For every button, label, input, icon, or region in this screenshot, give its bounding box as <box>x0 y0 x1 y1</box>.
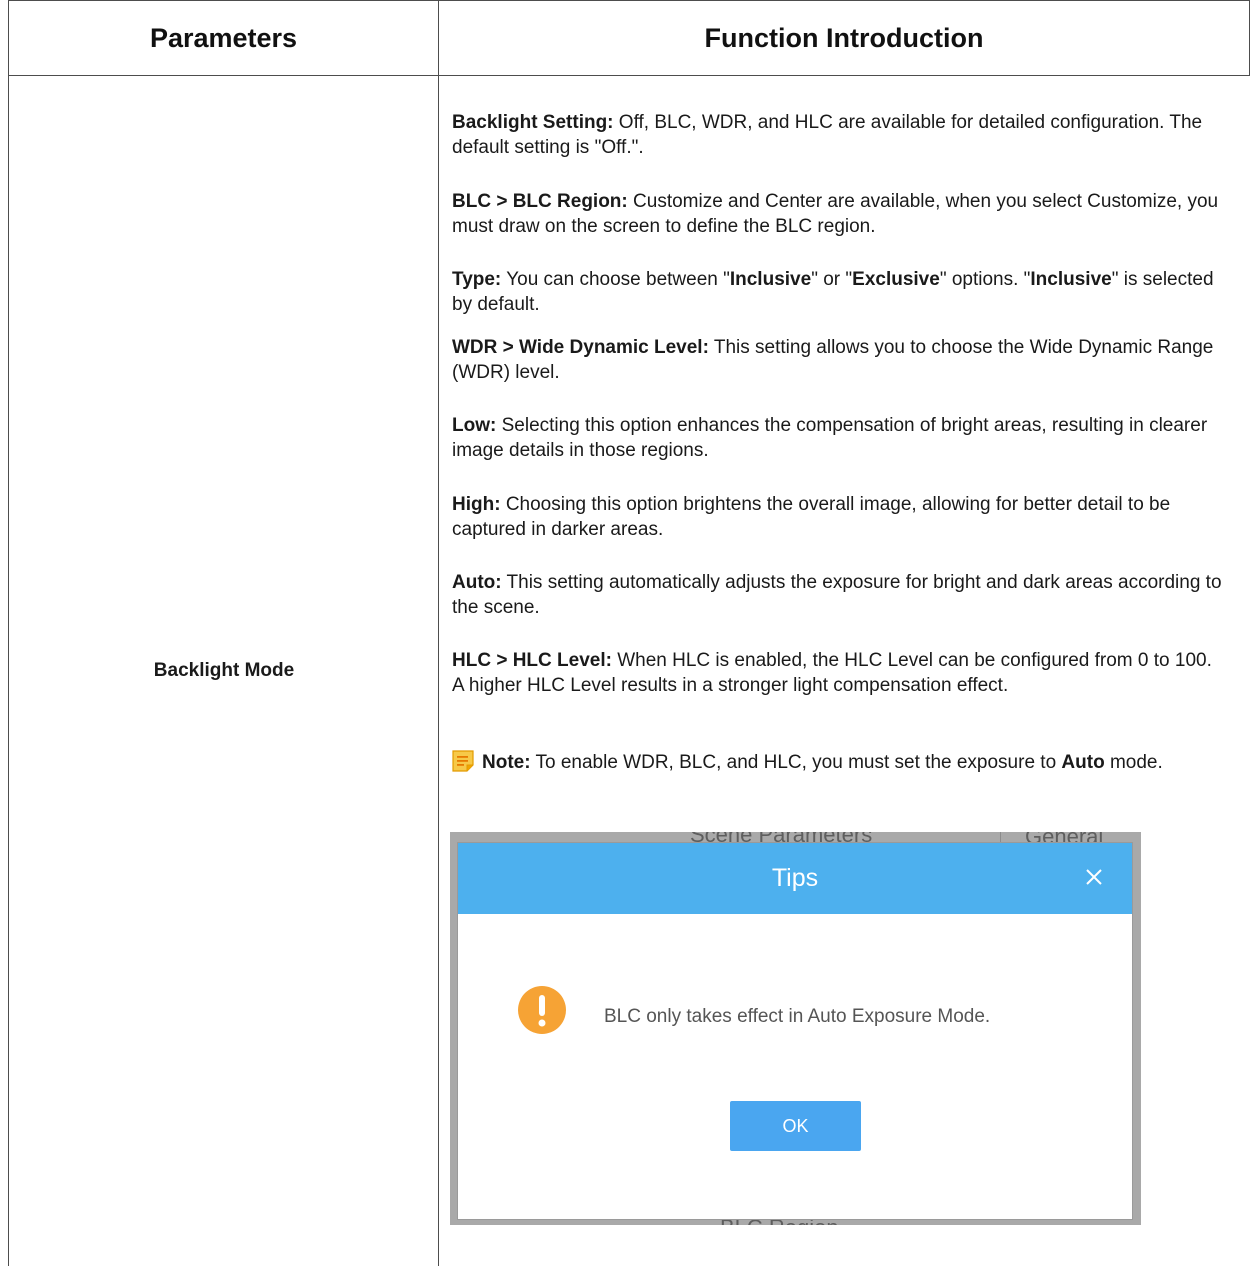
paragraph-blc-region: BLC > BLC Region: Customize and Center a… <box>452 189 1222 239</box>
close-icon[interactable] <box>1082 865 1106 889</box>
option-inclusive-default: Inclusive <box>1030 269 1112 290</box>
note-text: To enable WDR, BLC, and HLC, you must se… <box>530 752 1062 773</box>
paragraph-backlight-setting: Backlight Setting: Off, BLC, WDR, and HL… <box>452 110 1222 160</box>
header-function-introduction: Function Introduction <box>704 22 984 53</box>
note-label: Note: <box>482 752 531 773</box>
dialog-title: Tips <box>771 864 819 892</box>
paragraph-auto: Auto: This setting automatically adjusts… <box>452 570 1222 620</box>
paragraph-high: High: Choosing this option brightens the… <box>452 492 1222 542</box>
background-divider <box>1000 832 1001 842</box>
parameter-cell: Backlight Mode <box>9 76 439 1266</box>
paragraph-text: " options. " <box>939 269 1031 290</box>
paragraph-label: HLC > HLC Level: <box>452 650 612 671</box>
note-icon <box>452 750 474 772</box>
paragraph-label: Low: <box>452 415 497 436</box>
paragraph-label: Auto: <box>452 572 502 593</box>
paragraph-label: BLC > BLC Region: <box>452 191 628 212</box>
tips-dialog: Tips BLC only takes effect in Auto Expos… <box>457 842 1133 1220</box>
warning-icon <box>517 985 567 1035</box>
paragraph-low: Low: Selecting this option enhances the … <box>452 413 1222 463</box>
paragraph-text: Selecting this option enhances the compe… <box>452 415 1208 461</box>
parameter-name: Backlight Mode <box>153 660 295 681</box>
paragraph-text: Choosing this option brightens the overa… <box>452 494 1171 540</box>
paragraph-type: Type: You can choose between "Inclusive"… <box>452 267 1222 317</box>
paragraph-label: Backlight Setting: <box>452 112 614 133</box>
header-parameters: Parameters <box>149 22 298 53</box>
paragraph-hlc-level: HLC > HLC Level: When HLC is enabled, th… <box>452 648 1222 698</box>
ok-button[interactable]: OK <box>730 1101 861 1151</box>
option-exclusive: Exclusive <box>852 269 940 290</box>
paragraph-label: High: <box>452 494 501 515</box>
paragraph-label: Type: <box>452 269 502 290</box>
option-inclusive: Inclusive <box>729 269 812 290</box>
note-paragraph: Note: To enable WDR, BLC, and HLC, you m… <box>452 750 1222 774</box>
paragraph-label: WDR > Wide Dynamic Level: <box>452 337 709 358</box>
dialog-message: BLC only takes effect in Auto Exposure M… <box>604 1006 991 1027</box>
dialog-header: Tips <box>458 843 1132 914</box>
paragraph-wdr-level: WDR > Wide Dynamic Level: This setting a… <box>452 335 1222 385</box>
embedded-screenshot: Scene Parameters General BLC Region Tips… <box>450 832 1141 1225</box>
note-auto: Auto <box>1061 752 1105 773</box>
paragraph-text: " or " <box>811 269 853 290</box>
paragraph-text: You can choose between " <box>501 269 730 290</box>
paragraph-text: This setting automatically adjusts the e… <box>452 572 1222 618</box>
note-text-end: mode. <box>1104 752 1163 773</box>
